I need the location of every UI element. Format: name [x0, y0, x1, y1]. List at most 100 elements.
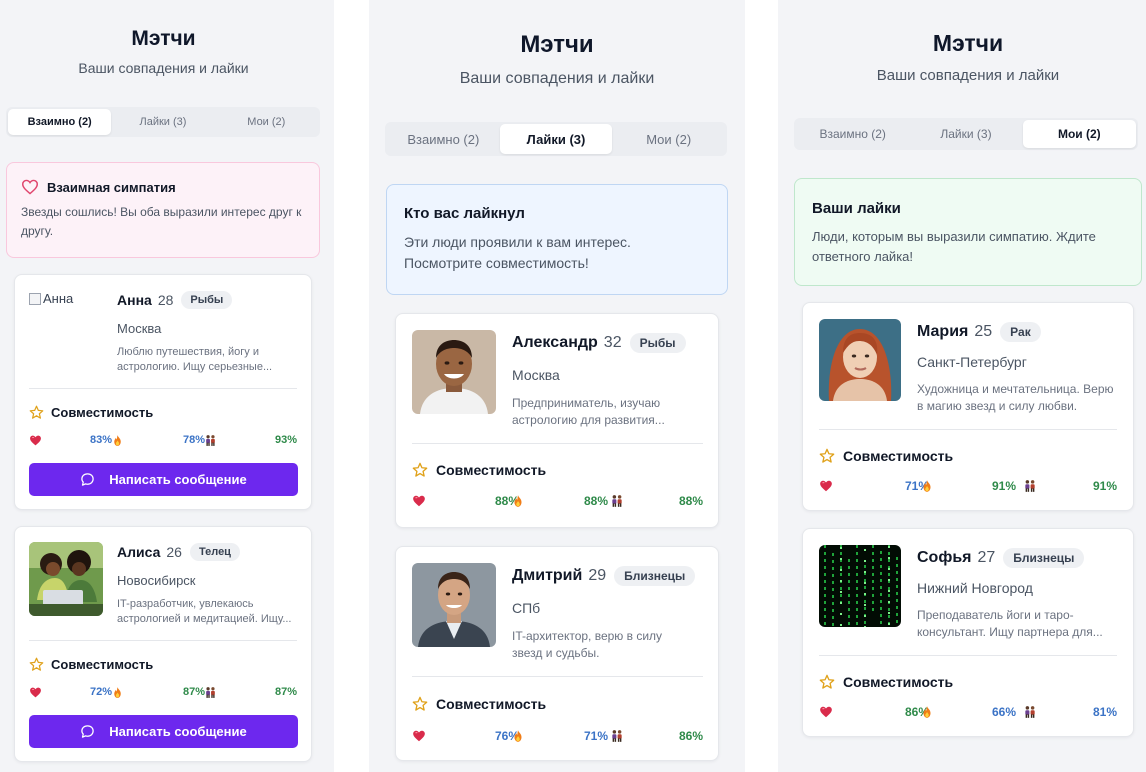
matches-panel-likes: Мэтчи Ваши совпадения и лайки Взаимно (2…: [369, 0, 745, 772]
compatibility-percent: 86%: [678, 729, 703, 743]
banner-text: Люди, которым вы выразили симпатию. Ждит…: [812, 229, 1096, 264]
compatibility-stats: 72% 87% 87%: [29, 686, 297, 702]
compatibility-stats: 76% 71% 86%: [412, 729, 703, 746]
compatibility-percent: 87%: [182, 686, 205, 698]
compatibility-percent: 81%: [1092, 705, 1117, 719]
couple-icon: [206, 687, 215, 698]
compatibility-label: Совместимость: [436, 462, 547, 478]
fire-icon: [923, 480, 931, 492]
banner-text: Эти люди проявили к вам интерес. Посмотр…: [404, 234, 631, 271]
tab-mine[interactable]: Мои (2): [612, 124, 725, 154]
profile-description: Предприниматель, изучаю астрологию для р…: [512, 396, 665, 427]
compatibility-label: Совместимость: [51, 657, 154, 672]
banner-title-row: Взаимная симпатия: [21, 179, 305, 195]
heart-outline-icon: [21, 179, 39, 195]
tab-likes[interactable]: Лайки (3): [909, 120, 1022, 148]
divider: [819, 655, 1117, 656]
write-message-button[interactable]: Написать сообщение: [29, 715, 298, 748]
compatibility-stats: 88% 88% 88%: [412, 494, 703, 511]
couple-icon: [1025, 480, 1035, 492]
compatibility-stats: 86% 66% 81%: [819, 705, 1117, 722]
divider: [29, 388, 297, 389]
match-card: Дмитрий 29 Близнецы СПб IT-архитектор, в…: [395, 546, 719, 761]
info-banner: Ваши лайки Люди, которым вы выразили сим…: [794, 178, 1142, 286]
avatar-matrix-code-photo: [819, 545, 901, 627]
star-icon: [29, 657, 44, 671]
compatibility-label: Совместимость: [436, 696, 547, 712]
broken-image-icon: [29, 293, 41, 305]
star-icon: [819, 448, 835, 463]
write-message-label: Написать сообщение: [109, 472, 247, 487]
profile-name: Софья: [917, 549, 972, 566]
profile-age: 28: [157, 292, 174, 308]
compatibility-percent: 93%: [274, 434, 297, 446]
profile-name-row: Дмитрий 29 Близнецы: [512, 566, 696, 586]
profile-name-row: Анна 28 Рыбы: [117, 291, 233, 309]
divider: [412, 676, 703, 677]
heart-icon: [820, 706, 832, 718]
heart-icon: [413, 495, 425, 507]
page-subtitle: Ваши совпадения и лайки: [459, 70, 655, 87]
star-icon: [819, 674, 835, 689]
profile-name-row: Мария 25 Рак: [917, 322, 1041, 342]
match-card: Алиса 26 Телец Новосибирск IT-разработчи…: [14, 526, 312, 762]
heart-icon: [820, 480, 832, 492]
compatibility-percent: 83%: [89, 434, 112, 446]
star-icon: [412, 462, 428, 477]
tab-likes[interactable]: Лайки (3): [111, 109, 214, 135]
compatibility-stats: 83% 78% 93%: [29, 434, 297, 450]
banner-title: Ваши лайки: [812, 200, 901, 217]
avatar-alt-text: Анна: [43, 291, 74, 306]
tabs-bar: Взаимно (2) Лайки (3) Мои (2): [6, 107, 320, 137]
compatibility-label: Совместимость: [843, 674, 954, 690]
profile-city: Санкт-Петербург: [917, 354, 1027, 370]
tab-mine[interactable]: Мои (2): [215, 109, 318, 135]
panel-header: Мэтчи Ваши совпадения и лайки: [369, 31, 745, 88]
heart-icon: [30, 435, 41, 446]
avatar: [412, 563, 496, 647]
profile-name-row: Александр 32 Рыбы: [512, 333, 686, 353]
compatibility-percent: 72%: [89, 686, 112, 698]
avatar-man-smiling-photo: [412, 330, 496, 414]
tab-mutual[interactable]: Взаимно (2): [8, 109, 112, 135]
compatibility-percent: 91%: [1092, 479, 1117, 493]
tabs-bar: Взаимно (2) Лайки (3) Мои (2): [794, 118, 1138, 150]
profile-description: Преподаватель йоги и таро-консультант. И…: [917, 608, 1103, 639]
fire-icon: [114, 435, 121, 446]
page-title: Мэтчи: [131, 27, 196, 50]
compatibility-percent: 71%: [583, 729, 608, 743]
tab-mutual[interactable]: Взаимно (2): [796, 120, 909, 148]
profile-name: Александр: [512, 334, 598, 351]
compatibility-percent: 88%: [583, 494, 608, 508]
profile-description: Художница и мечтательница. Верю в магию …: [917, 382, 1114, 413]
match-card: Анна Анна 28 Рыбы Москва Люблю путешеств…: [14, 274, 312, 510]
profile-city: Новосибирск: [117, 573, 196, 588]
write-message-label: Написать сообщение: [109, 724, 247, 739]
tab-likes[interactable]: Лайки (3): [499, 124, 613, 154]
avatar: [29, 542, 103, 616]
profile-description: Люблю путешествия, йогу и астрологию. Ищ…: [117, 346, 273, 373]
avatar: [819, 319, 901, 401]
avatar-woman-redhead-photo: [819, 319, 901, 401]
compatibility-heading: Совместимость: [819, 448, 953, 464]
profile-name-row: Алиса 26 Телец: [117, 543, 240, 561]
write-message-button[interactable]: Написать сообщение: [29, 463, 298, 496]
compatibility-label: Совместимость: [843, 448, 954, 464]
chat-bubble-icon: [81, 473, 95, 486]
panel-header: Мэтчи Ваши совпадения и лайки: [778, 30, 1146, 84]
divider: [412, 443, 703, 444]
zodiac-badge: Телец: [189, 543, 240, 561]
profile-description: IT-разработчик, увлекаюсь астрологией и …: [117, 598, 292, 625]
match-card: Александр 32 Рыбы Москва Предприниматель…: [395, 313, 719, 528]
banner-text: Звезды сошлись! Вы оба выразили интерес …: [21, 205, 302, 238]
tab-mutual[interactable]: Взаимно (2): [387, 124, 500, 154]
compatibility-label: Совместимость: [51, 405, 154, 420]
couple-icon: [1025, 706, 1035, 718]
avatar-broken-image: Анна: [29, 291, 105, 363]
matches-panel-mine: Мэтчи Ваши совпадения и лайки Взаимно (2…: [778, 0, 1146, 772]
zodiac-badge: Близнецы: [1003, 548, 1085, 568]
compatibility-percent: 78%: [182, 434, 205, 446]
profile-description: IT-архитектор, верю в силу звезд и судьб…: [512, 629, 663, 660]
tab-mine[interactable]: Мои (2): [1022, 120, 1136, 148]
fire-icon: [514, 730, 522, 742]
